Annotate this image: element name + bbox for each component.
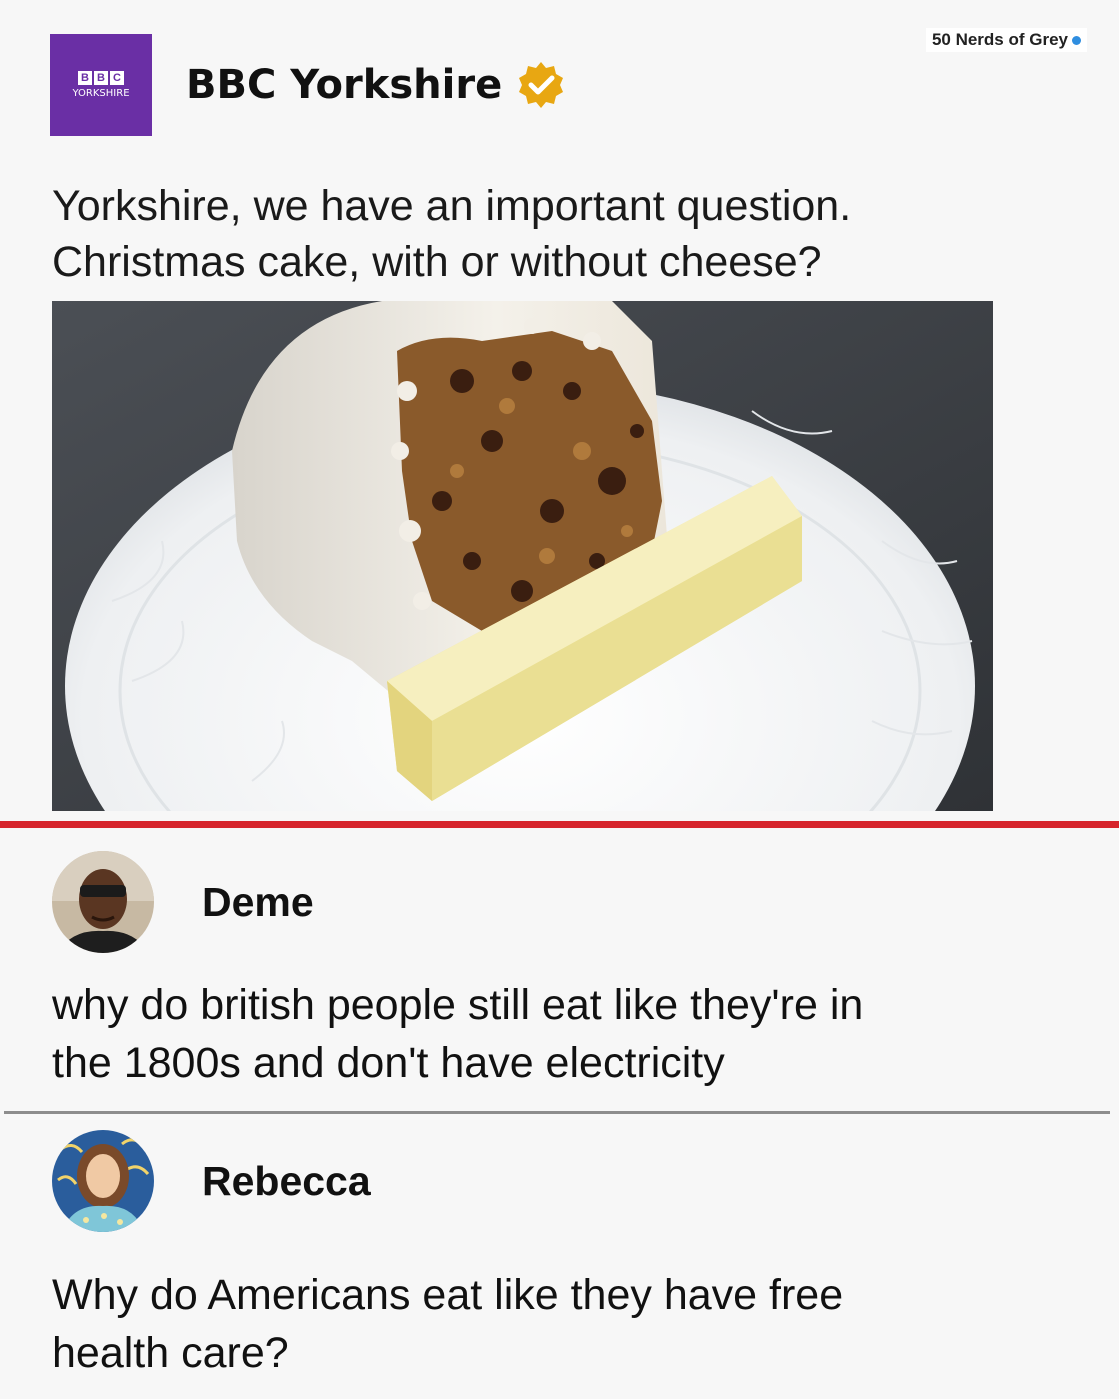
comment-text-line-2: the 1800s and don't have electricity [52, 1039, 725, 1087]
commenter-name[interactable]: Rebecca [202, 1158, 371, 1205]
watermark: 50 Nerds of Grey [925, 28, 1087, 52]
post-photo[interactable] [52, 301, 993, 811]
verified-badge-icon [519, 62, 564, 108]
verified-dot-icon [1072, 35, 1081, 45]
avatar-rebecca-icon [52, 1130, 154, 1232]
logo-letter-b1: B [78, 71, 92, 85]
post-text-line-2: Christmas cake, with or without cheese? [52, 238, 822, 286]
post-text: Yorkshire, we have an important question… [52, 178, 1082, 290]
avatar[interactable] [52, 851, 154, 953]
comment-text-line-1: why do british people still eat like the… [52, 981, 864, 1029]
logo-letter-c: C [110, 71, 124, 85]
divider-red [0, 821, 1119, 828]
avatar-deme-icon [52, 851, 154, 953]
comment-text-line-1: Why do Americans eat like they have free [52, 1271, 844, 1319]
comment-text: Why do Americans eat like they have free… [52, 1266, 1082, 1382]
post-text-line-1: Yorkshire, we have an important question… [52, 182, 852, 230]
commenter-name[interactable]: Deme [202, 879, 314, 926]
comment-header: Deme [52, 851, 314, 953]
bbc-blocks: B B C [78, 71, 124, 85]
logo-subtitle: YORKSHIRE [72, 88, 130, 99]
divider-gray [4, 1111, 1110, 1114]
cake-and-cheese-image [52, 301, 993, 811]
logo-letter-b2: B [94, 71, 108, 85]
comment-text-line-2: health care? [52, 1329, 289, 1377]
watermark-text: 50 Nerds of Grey [931, 30, 1068, 49]
bbc-yorkshire-logo[interactable]: B B C YORKSHIRE [50, 34, 152, 136]
comment-text: why do british people still eat like the… [52, 976, 1082, 1092]
avatar[interactable] [52, 1130, 154, 1232]
post-header: B B C YORKSHIRE BBC Yorkshire [50, 34, 566, 136]
account-name[interactable]: BBC Yorkshire [186, 62, 502, 108]
comment-header: Rebecca [52, 1130, 371, 1232]
